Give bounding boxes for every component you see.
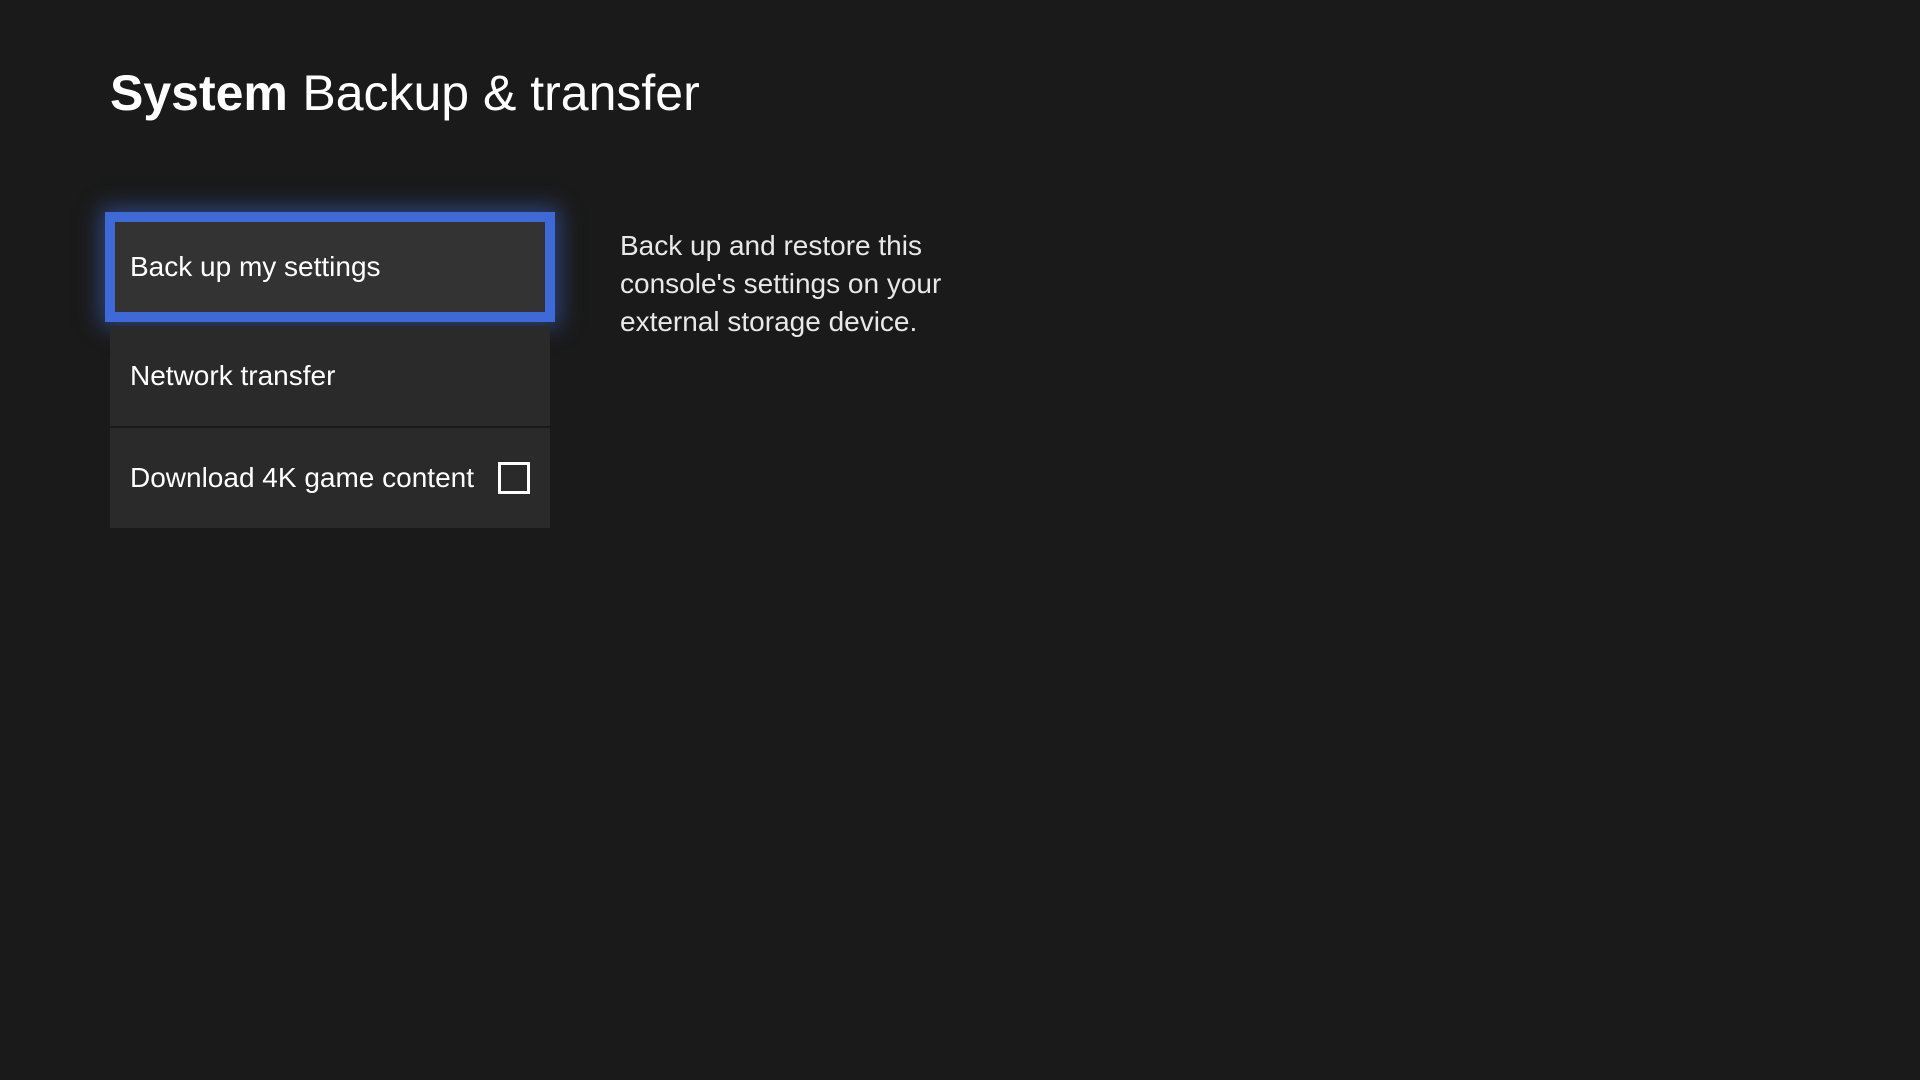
description-panel: Back up and restore this console's setti…: [620, 217, 1040, 530]
header-category: System: [110, 65, 288, 121]
page-header: System Backup & transfer: [0, 0, 1920, 122]
settings-menu: Back up my settings Network transfer Dow…: [110, 217, 550, 530]
menu-item-download-4k[interactable]: Download 4K game content: [110, 428, 550, 528]
menu-item-backup-settings[interactable]: Back up my settings: [105, 212, 555, 322]
menu-item-label: Network transfer: [130, 360, 530, 392]
content-area: Back up my settings Network transfer Dow…: [0, 122, 1920, 530]
header-page-title: Backup & transfer: [302, 65, 699, 121]
description-text: Back up and restore this console's setti…: [620, 227, 1040, 340]
menu-item-label: Download 4K game content: [130, 462, 478, 494]
checkbox-icon[interactable]: [498, 462, 530, 494]
menu-item-label: Back up my settings: [130, 251, 530, 283]
menu-item-network-transfer[interactable]: Network transfer: [110, 326, 550, 426]
